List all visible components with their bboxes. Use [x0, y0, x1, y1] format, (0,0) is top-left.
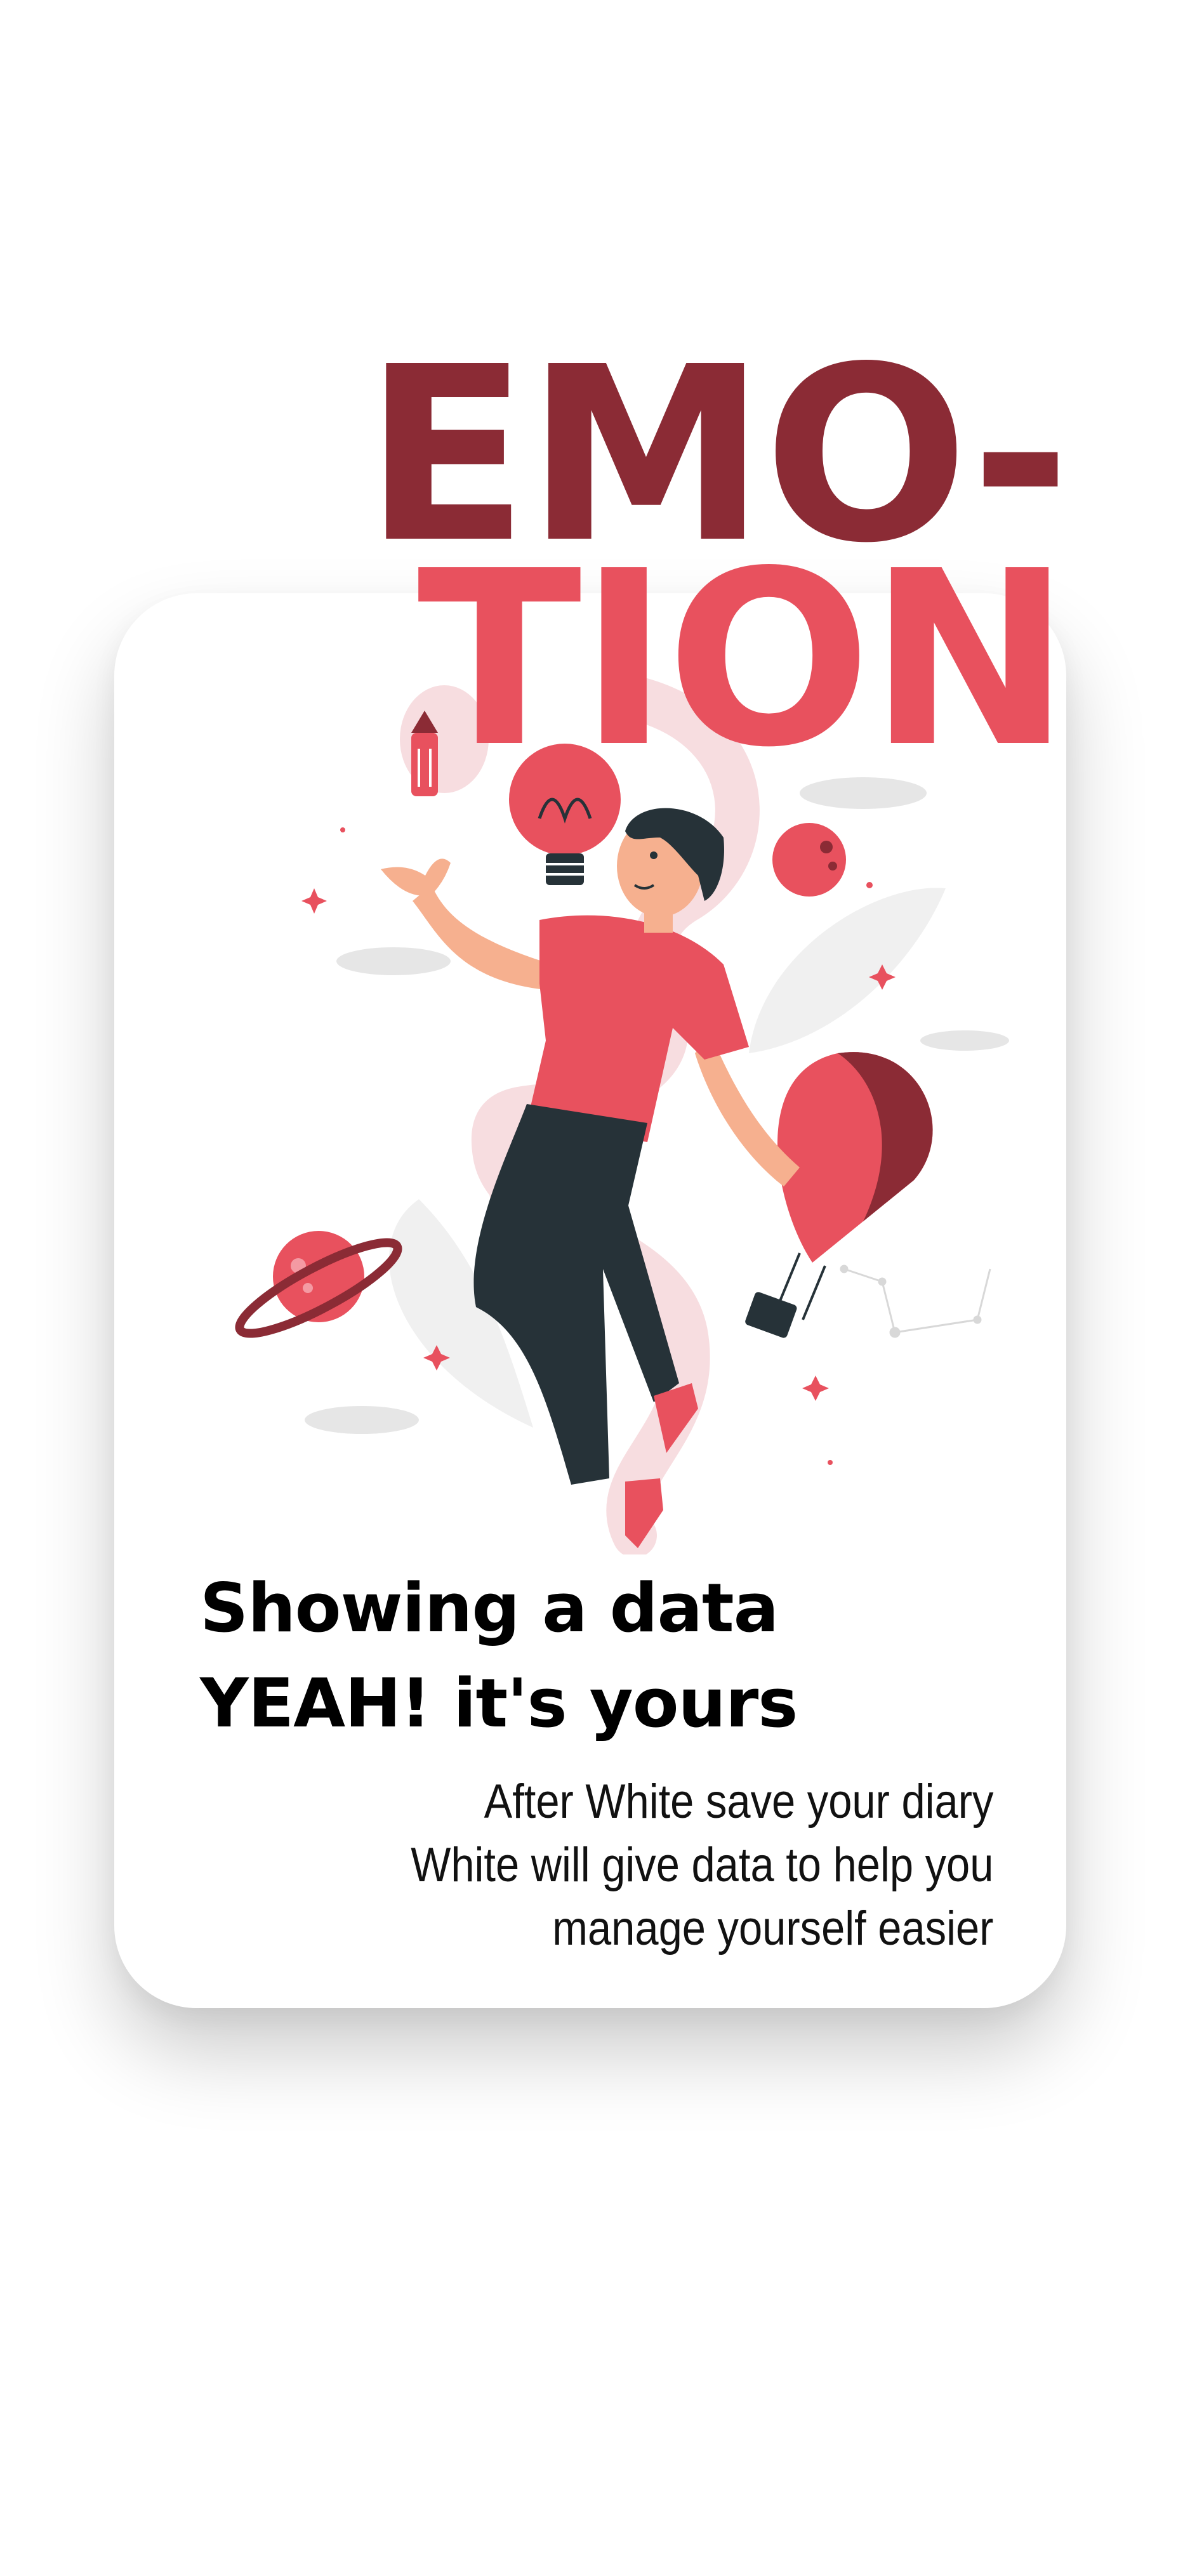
moon-icon [772, 823, 846, 897]
description-line-2: White will give data to help you [410, 1838, 993, 1892]
title-line-2: YEAH! it's yours [200, 1664, 798, 1742]
headline-tion: TION [417, 519, 1071, 800]
description-line-3: manage yourself easier [552, 1902, 993, 1955]
description-line-1: After White save your diary [484, 1775, 993, 1829]
person-figure [381, 808, 800, 1548]
hot-air-balloon-icon [745, 1052, 933, 1338]
onboarding-description: After White save your diary White will g… [411, 1770, 993, 1961]
onboarding-title: Showing a data YEAH! it's yours [200, 1561, 798, 1751]
title-line-1: Showing a data [200, 1569, 779, 1647]
planet-icon [235, 1231, 402, 1338]
constellation-graphic [840, 1265, 991, 1338]
